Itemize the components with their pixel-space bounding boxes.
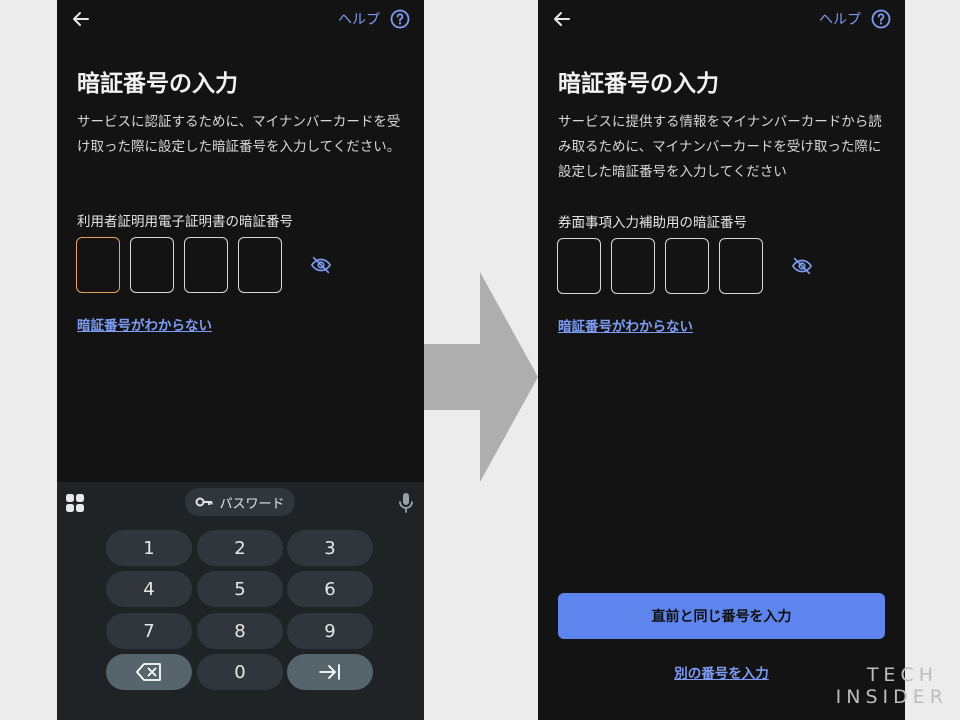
key-1[interactable]: 1 (106, 530, 192, 566)
key-3[interactable]: 3 (287, 530, 373, 566)
pin-field-label: 券面事項入力補助用の暗証番号 (558, 215, 747, 231)
page-description: サービスに提供する情報をマイナンバーカードから読み取るために、マイナンバーカード… (558, 114, 882, 180)
pin-digit-box[interactable] (238, 237, 282, 293)
help-label: ヘルプ (338, 12, 380, 28)
back-button[interactable] (69, 7, 93, 31)
chip-label: パスワード (219, 496, 285, 512)
page-title: 暗証番号の入力 (77, 71, 238, 97)
key-4[interactable]: 4 (106, 571, 192, 607)
pin-digit-box[interactable] (719, 238, 763, 294)
pin-input-row (76, 237, 282, 293)
logo-line-1: TECH (866, 664, 938, 686)
backspace-key[interactable] (106, 654, 192, 690)
forgot-pin-link[interactable]: 暗証番号がわからない (77, 314, 212, 334)
pin-digit-box[interactable] (76, 237, 120, 293)
backspace-icon (136, 663, 161, 681)
page-title: 暗証番号の入力 (558, 71, 719, 97)
key-8[interactable]: 8 (197, 613, 283, 649)
forgot-pin-link[interactable]: 暗証番号がわからない (558, 315, 693, 335)
logo-line-2: INSIDER (835, 686, 948, 708)
eye-off-icon (310, 256, 332, 274)
pin-digit-box[interactable] (611, 238, 655, 294)
key-2[interactable]: 2 (197, 530, 283, 566)
eye-off-icon (791, 257, 813, 275)
right-screen: ヘルプ 暗証番号の入力 サービスに提供する情報をマイナンバーカードから読み取るた… (538, 0, 905, 720)
pin-input-row (557, 238, 763, 294)
top-bar: ヘルプ (538, 0, 905, 38)
arrow-left-icon (73, 12, 89, 26)
pin-digit-box[interactable] (665, 238, 709, 294)
toggle-visibility-button[interactable] (791, 255, 813, 277)
apps-grid-icon (66, 494, 84, 512)
key-5[interactable]: 5 (197, 571, 283, 607)
tech-insider-logo: TECH INSIDER (836, 664, 948, 708)
help-button[interactable]: ヘルプ (338, 8, 410, 30)
toggle-visibility-button[interactable] (310, 254, 332, 276)
pin-digit-box[interactable] (184, 237, 228, 293)
use-same-pin-button[interactable]: 直前と同じ番号を入力 (558, 593, 885, 639)
page-description: サービスに認証するために、マイナンバーカードを受け取った際に設定した暗証番号を入… (77, 114, 401, 155)
key-6[interactable]: 6 (287, 571, 373, 607)
help-circle-icon (871, 9, 891, 29)
next-key[interactable] (287, 654, 373, 690)
arrow-right-icon (424, 272, 538, 482)
help-circle-icon (390, 9, 410, 29)
apps-button[interactable] (65, 493, 85, 513)
pin-digit-box[interactable] (130, 237, 174, 293)
voice-input-button[interactable] (398, 492, 414, 514)
arrow-left-icon (554, 12, 570, 26)
pin-field-label: 利用者証明用電子証明書の暗証番号 (77, 214, 293, 230)
back-button[interactable] (550, 7, 574, 31)
help-button[interactable]: ヘルプ (819, 8, 891, 30)
pin-digit-box[interactable] (557, 238, 601, 294)
microphone-icon (399, 493, 413, 513)
key-9[interactable]: 9 (287, 613, 373, 649)
numeric-keyboard: パスワード 1 2 3 4 5 6 7 8 9 0 (57, 482, 424, 720)
key-icon (195, 497, 213, 507)
key-7[interactable]: 7 (106, 613, 192, 649)
top-bar: ヘルプ (57, 0, 424, 38)
help-label: ヘルプ (819, 12, 861, 28)
tab-next-icon (319, 664, 340, 680)
key-0[interactable]: 0 (197, 654, 283, 690)
password-suggestion-chip[interactable]: パスワード (185, 488, 295, 516)
left-screen: ヘルプ 暗証番号の入力 サービスに認証するために、マイナンバーカードを受け取った… (57, 0, 424, 720)
